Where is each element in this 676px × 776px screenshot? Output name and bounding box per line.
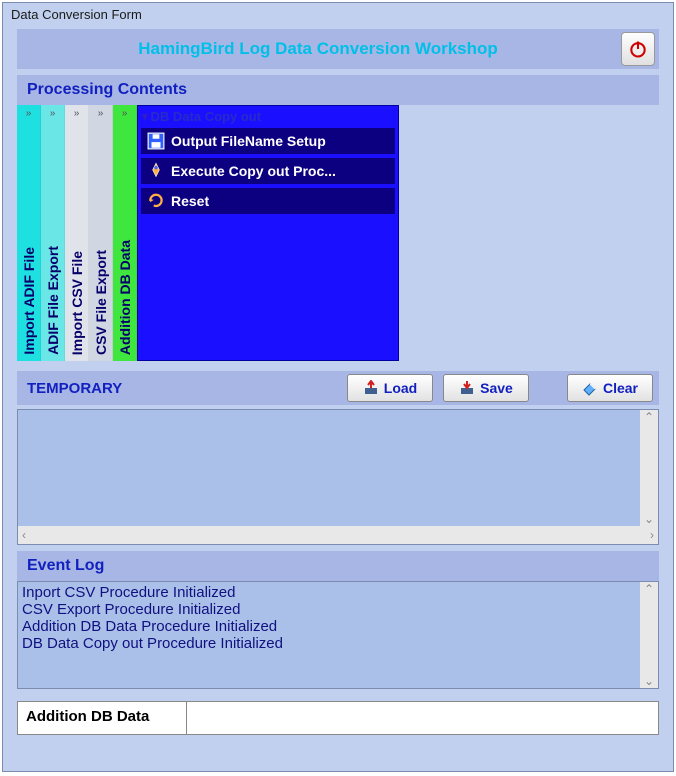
panel-item-label: Execute Copy out Proc...: [171, 163, 336, 179]
rocket-icon: [147, 162, 165, 180]
chevron-right-icon: »: [98, 109, 104, 119]
processing-area: » Import ADIF File » ADIF File Export » …: [17, 105, 659, 361]
scroll-left-icon: ‹: [22, 528, 26, 542]
vtab-label: CSV File Export: [93, 250, 109, 355]
power-icon: [628, 39, 648, 59]
save-button[interactable]: Save: [443, 374, 529, 402]
scroll-up-icon: ⌃: [644, 410, 654, 424]
vtab-label: Addition DB Data: [117, 240, 133, 355]
vertical-scrollbar[interactable]: ⌃⌄: [640, 410, 658, 526]
chevron-right-icon: »: [74, 109, 80, 119]
scroll-up-icon: ⌃: [644, 582, 654, 596]
eventlog-textbox[interactable]: [18, 582, 640, 688]
scroll-down-icon: ⌄: [644, 674, 654, 688]
panel-item-label: Reset: [171, 193, 209, 209]
status-bar: Addition DB Data: [17, 701, 659, 735]
eventlog-textbox-wrap: ⌃⌄: [17, 581, 659, 689]
temporary-textbox[interactable]: [18, 410, 640, 544]
vtab-addition-db[interactable]: » Addition DB Data: [113, 105, 137, 361]
status-cell-2: [187, 701, 659, 735]
app-title: HamingBird Log Data Conversion Workshop: [21, 31, 615, 67]
panel-item-label: Output FileName Setup: [171, 133, 326, 149]
chevron-right-icon: »: [122, 109, 128, 119]
vertical-scrollbar[interactable]: ⌃⌄: [640, 582, 658, 688]
button-label: Save: [480, 380, 513, 396]
vtab-label: Import CSV File: [69, 251, 85, 355]
panel-item-reset[interactable]: Reset: [141, 188, 395, 214]
load-icon: [363, 380, 379, 396]
save-icon: [459, 380, 475, 396]
load-button[interactable]: Load: [347, 374, 433, 402]
panel-item-output-filename[interactable]: Output FileName Setup: [141, 128, 395, 154]
window-title: Data Conversion Form: [3, 3, 673, 29]
power-button[interactable]: [621, 32, 655, 66]
chevron-down-icon: ▾: [142, 110, 148, 123]
vtab-csv-export[interactable]: » CSV File Export: [89, 105, 113, 361]
panel-title-text: DB Data Copy out: [151, 109, 262, 124]
scroll-down-icon: ⌄: [644, 512, 654, 526]
vtab-import-csv[interactable]: » Import CSV File: [65, 105, 89, 361]
header-bar: HamingBird Log Data Conversion Workshop: [17, 29, 659, 69]
chevron-right-icon: »: [50, 109, 56, 119]
scroll-right-icon: ›: [650, 528, 654, 542]
vtab-import-adif[interactable]: » Import ADIF File: [17, 105, 41, 361]
active-panel: ▾ DB Data Copy out Output FileName Setup…: [137, 105, 399, 361]
panel-empty: [138, 216, 398, 360]
temporary-label: TEMPORARY: [27, 380, 337, 397]
clear-button[interactable]: Clear: [567, 374, 653, 402]
vtab-adif-export[interactable]: » ADIF File Export: [41, 105, 65, 361]
processing-blank: [399, 105, 659, 361]
button-label: Clear: [603, 380, 638, 396]
reset-icon: [147, 192, 165, 210]
vtab-label: ADIF File Export: [45, 246, 61, 355]
temporary-toolbar: TEMPORARY Load Save Clear: [17, 371, 659, 405]
button-label: Load: [384, 380, 417, 396]
chevron-right-icon: »: [26, 109, 32, 119]
vtab-label: Import ADIF File: [21, 247, 37, 355]
clear-icon: [582, 380, 598, 396]
horizontal-scrollbar[interactable]: ‹›: [18, 526, 658, 544]
temporary-textbox-wrap: ⌃⌄ ‹›: [17, 409, 659, 545]
eventlog-header: Event Log: [17, 551, 659, 581]
processing-header: Processing Contents: [17, 75, 659, 105]
save-disk-icon: [147, 132, 165, 150]
status-cell-1: Addition DB Data: [17, 701, 187, 735]
panel-title[interactable]: ▾ DB Data Copy out: [138, 106, 398, 126]
panel-item-execute[interactable]: Execute Copy out Proc...: [141, 158, 395, 184]
app-window: Data Conversion Form HamingBird Log Data…: [2, 2, 674, 772]
